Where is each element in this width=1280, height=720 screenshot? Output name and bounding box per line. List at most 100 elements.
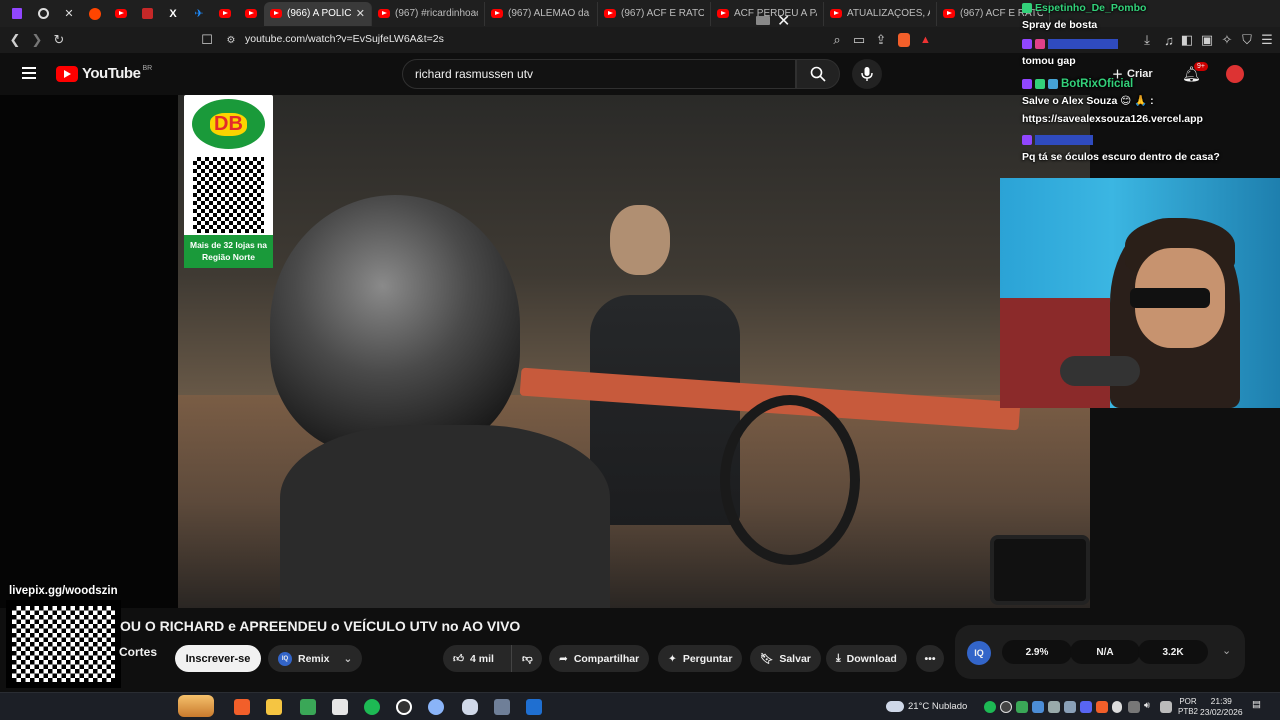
tab-label: (967) #ricardinhoacf # <box>395 8 478 19</box>
rider-body <box>280 425 610 608</box>
red-pinned-tab[interactable] <box>136 3 158 25</box>
qr-pattern <box>12 606 115 682</box>
capcut-icon[interactable] <box>332 699 348 715</box>
weather-text[interactable]: 21°C Nublado <box>908 701 967 712</box>
twitch-pinned-tab[interactable] <box>6 3 28 25</box>
youtube-pinned-tab-2[interactable] <box>214 3 236 25</box>
zoom-icon[interactable]: ⌕ <box>826 32 848 48</box>
channel-name[interactable]: Cortes <box>119 645 157 659</box>
volume-icon[interactable]: 🔊︎ <box>1144 700 1150 711</box>
sunglasses <box>1130 288 1210 308</box>
lang-code: POR <box>1179 697 1197 706</box>
tray-discord-icon[interactable] <box>1080 701 1092 713</box>
thumbs-down-icon: 👎︎ <box>522 653 533 665</box>
tray-icon-4[interactable] <box>1160 701 1172 713</box>
tray-icon-2[interactable] <box>1064 701 1076 713</box>
site-info-icon[interactable]: ⚙ <box>220 35 242 46</box>
video-player[interactable] <box>0 95 1090 608</box>
share-icon[interactable]: ⇪ <box>870 32 892 48</box>
reload-icon[interactable]: ↻ <box>48 32 70 48</box>
search-icon <box>810 66 826 82</box>
tray-spotify-icon[interactable] <box>984 701 996 713</box>
ask-button[interactable]: ✦ Perguntar <box>658 645 743 672</box>
tray-app-icon[interactable] <box>1016 701 1028 713</box>
more-dots-icon: ••• <box>924 652 936 665</box>
spotify-icon[interactable] <box>364 699 380 715</box>
youtube-logo[interactable]: YouTube BR <box>56 65 152 82</box>
obs-icon[interactable] <box>396 699 412 715</box>
chat-message: Pq tá se óculos escuro dentro de casa? <box>1022 151 1220 163</box>
app-icon[interactable] <box>428 699 444 715</box>
share-label: Compartilhar <box>573 652 640 665</box>
tab[interactable]: (967) ALEMÃO da CAR <box>485 1 598 26</box>
tray-mic-icon[interactable] <box>1112 701 1122 713</box>
url-field[interactable]: youtube.com/watch?v=EvSujfeLW6A&t=2s <box>245 33 444 45</box>
app-icon-3[interactable] <box>494 699 510 715</box>
back-icon[interactable]: ❮ <box>4 32 26 48</box>
youtube-pinned-tab-3[interactable] <box>240 3 262 25</box>
app-icon-2[interactable] <box>462 699 478 715</box>
search-input[interactable]: richard rasmussen utv <box>402 59 796 89</box>
like-button[interactable]: 👍︎ 4 mil <box>443 645 511 672</box>
muted-pinned-tab[interactable]: ✕ <box>58 3 80 25</box>
brave-shield-icon[interactable] <box>898 33 910 47</box>
cast-icon[interactable]: ▭ <box>848 32 870 48</box>
chatgpt-pinned-tab[interactable] <box>32 3 54 25</box>
bluesky-pinned-tab[interactable]: ✈ <box>188 3 210 25</box>
reddit-pinned-tab[interactable] <box>84 3 106 25</box>
clock[interactable]: 21:39 23/02/2026 <box>1200 696 1243 718</box>
notes-app-icon[interactable] <box>300 699 316 715</box>
bookmark-icon[interactable]: ☐ <box>196 32 218 48</box>
youtube-icon <box>604 9 616 18</box>
file-explorer-icon[interactable] <box>266 699 282 715</box>
youtube-icon <box>830 9 842 18</box>
webcam-chair <box>1000 298 1110 408</box>
tab-active[interactable]: (966) A POLÍCIA P ✕ <box>264 1 372 26</box>
download-label: Download <box>846 652 897 665</box>
notification-center-icon[interactable]: ▤ <box>1252 699 1261 710</box>
tray-icon[interactable] <box>1048 701 1060 713</box>
dislike-button[interactable]: 👎︎ <box>511 645 542 672</box>
download-icon: ⤓ <box>836 652 841 664</box>
tray-steam-icon[interactable] <box>1032 701 1044 713</box>
livepix-qr-code <box>6 600 121 688</box>
search-query: richard rasmussen utv <box>415 67 534 81</box>
iq-logo-icon[interactable]: IQ <box>967 641 991 665</box>
save-button[interactable]: 🔖︎ Salvar <box>750 645 821 672</box>
mod-badge-icon <box>1035 79 1045 89</box>
keyboard-icon[interactable] <box>756 16 770 25</box>
tab-label: (967) ALEMÃO da CAR <box>508 8 591 19</box>
close-tab-icon[interactable]: ✕ <box>356 7 365 20</box>
hamburger-menu-icon[interactable] <box>22 67 36 79</box>
search-button[interactable] <box>796 59 840 89</box>
tray-brave-icon[interactable] <box>1096 701 1108 713</box>
sponsor-logo: DB <box>192 99 265 149</box>
pinned-app-icon[interactable] <box>178 695 214 717</box>
tab[interactable]: ATUALIZAÇÕES, ACF E <box>824 1 937 26</box>
tray-icon-3[interactable] <box>1128 701 1140 713</box>
tab[interactable]: (967) ACF E RATO DIS <box>598 1 711 26</box>
subscribe-button[interactable]: Inscrever-se <box>175 645 261 672</box>
chat-message: Spray de bosta <box>1022 19 1098 31</box>
more-actions-button[interactable]: ••• <box>916 645 944 672</box>
clear-search-icon[interactable]: ✕ <box>777 11 790 31</box>
brave-taskbar-icon[interactable] <box>234 699 250 715</box>
tray-obs-icon[interactable] <box>1000 701 1012 713</box>
weather-icon[interactable] <box>886 701 904 712</box>
tab[interactable]: (967) #ricardinhoacf # <box>372 1 485 26</box>
youtube-pinned-tab[interactable] <box>110 3 132 25</box>
calculator-icon[interactable] <box>526 699 542 715</box>
x-pinned-tab[interactable]: X <box>162 3 184 25</box>
forward-icon[interactable]: ❯ <box>26 32 48 48</box>
microphone <box>1060 356 1140 386</box>
input-language[interactable]: POR PTB2 <box>1178 697 1198 717</box>
voice-search-button[interactable] <box>852 59 882 89</box>
rewards-icon[interactable]: ▲ <box>920 34 931 46</box>
iq-expand-icon[interactable]: ⌄ <box>1222 644 1231 657</box>
share-arrow-icon: ➦ <box>559 652 568 665</box>
share-button[interactable]: ➦ Compartilhar <box>549 645 650 672</box>
download-button[interactable]: ⤓ Download <box>826 645 907 672</box>
remix-button[interactable]: IQ Remix ⌄ <box>268 645 363 672</box>
chevron-down-icon: ⌄ <box>343 652 353 665</box>
iq-stat: 3.2K <box>1138 640 1208 664</box>
